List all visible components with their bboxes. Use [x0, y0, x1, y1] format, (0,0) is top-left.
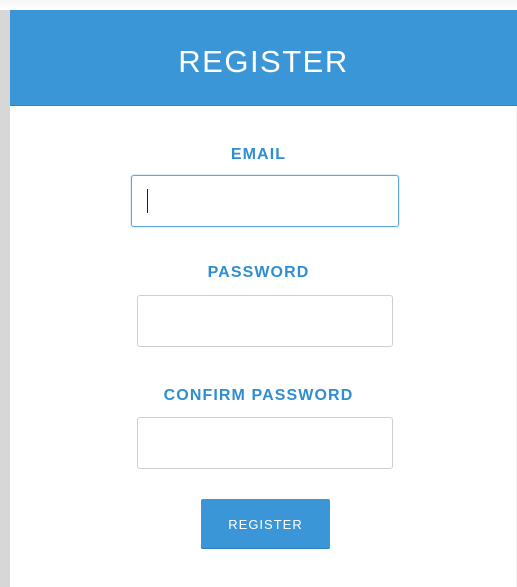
password-label: PASSWORD: [207, 264, 310, 281]
registration-screen: REGISTER EMAIL PASSWORD CONFIRM PASSWORD…: [0, 0, 517, 587]
confirm-password-label: CONFIRM PASSWORD: [163, 387, 354, 404]
text-cursor: [147, 189, 148, 213]
confirm-password-input[interactable]: [137, 417, 393, 469]
register-title: REGISTER: [178, 44, 349, 79]
register-button[interactable]: REGISTER: [201, 499, 330, 549]
email-input[interactable]: [131, 175, 399, 227]
email-label: EMAIL: [230, 146, 287, 163]
top-strip: [0, 0, 517, 10]
register-header: REGISTER: [10, 10, 517, 106]
password-input[interactable]: [137, 295, 393, 347]
left-border: [0, 10, 10, 587]
